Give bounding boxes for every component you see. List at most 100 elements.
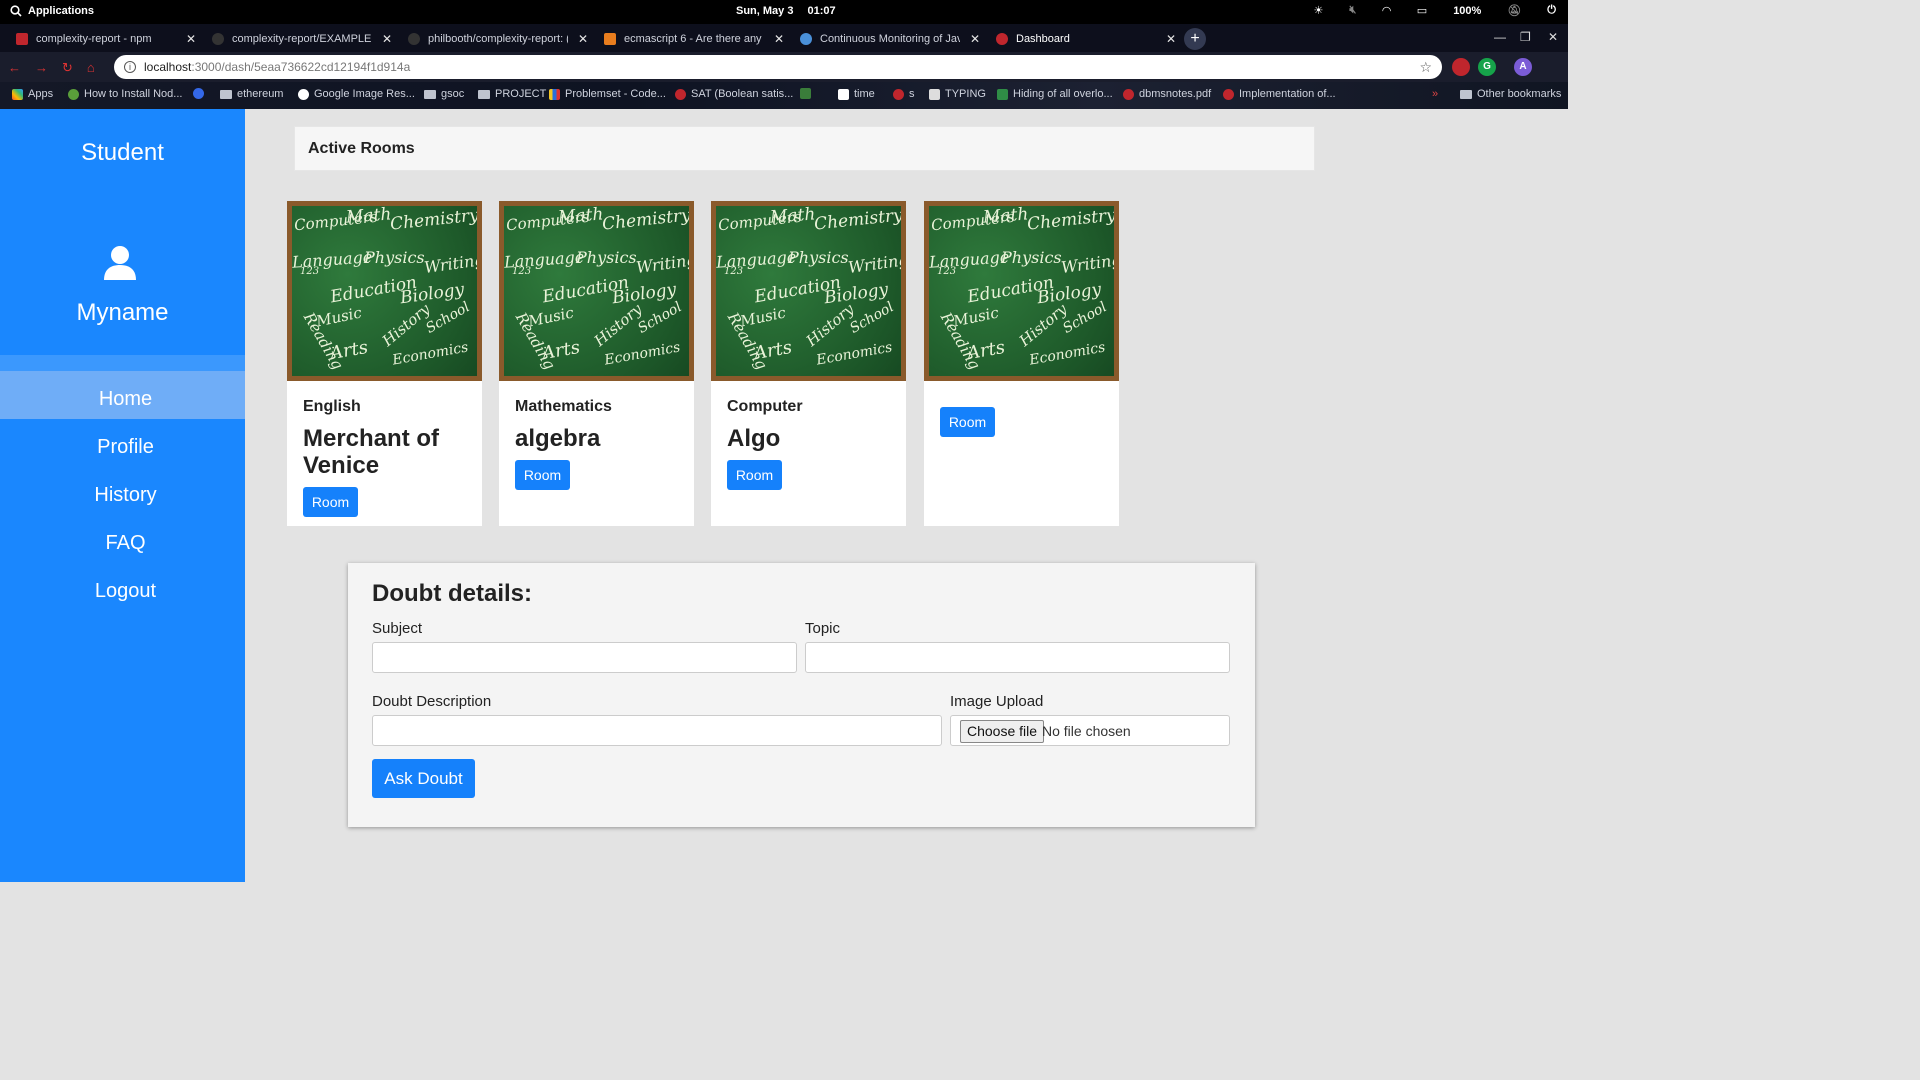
- close-icon[interactable]: ✕: [382, 32, 392, 46]
- tab-label: complexity-report - npm: [36, 33, 152, 45]
- chalk-word: School: [1060, 299, 1110, 337]
- minimize-icon[interactable]: —: [1494, 30, 1506, 44]
- sidebar-item-profile[interactable]: Profile: [0, 419, 245, 467]
- extension-red-icon[interactable]: [1452, 58, 1470, 76]
- active-rooms-header: Active Rooms: [294, 126, 1315, 171]
- tab-complexity-npm[interactable]: complexity-report - npm ✕: [8, 26, 204, 52]
- bookmark-apps[interactable]: Apps: [12, 88, 53, 100]
- brightness-icon[interactable]: ☀: [1314, 4, 1324, 17]
- bookmark-label: dbmsnotes.pdf: [1139, 88, 1212, 100]
- page-title: Active Rooms: [308, 140, 415, 157]
- image-upload-label: Image Upload: [950, 693, 1044, 710]
- back-icon[interactable]: ←: [8, 60, 21, 76]
- bookmark-label: SAT (Boolean satis...: [691, 88, 794, 100]
- sidebar-item-history[interactable]: History: [0, 467, 245, 515]
- tab-continuous-monitoring[interactable]: Continuous Monitoring of JavaS ✕: [792, 26, 988, 52]
- close-icon[interactable]: ✕: [578, 32, 588, 46]
- folder-icon: [1460, 89, 1472, 99]
- bookmark-label: s: [909, 88, 915, 100]
- bookmark-google-image[interactable]: Google Image Res...: [298, 88, 415, 100]
- sidebar-item-home[interactable]: Home: [0, 371, 245, 419]
- description-input[interactable]: [372, 715, 942, 746]
- subject-input[interactable]: [372, 642, 797, 673]
- chalk-word: Economics: [815, 339, 894, 369]
- room-button[interactable]: Room: [515, 460, 570, 490]
- chalk-word: School: [423, 299, 473, 337]
- tab-philbooth[interactable]: philbooth/complexity-report: ( ✕: [400, 26, 596, 52]
- ask-doubt-button[interactable]: Ask Doubt: [372, 759, 475, 798]
- bookmark-label: Hiding of all overlo...: [1013, 88, 1113, 100]
- username: Myname: [76, 299, 169, 326]
- bookmark-ethereum[interactable]: ethereum: [220, 88, 283, 100]
- clock[interactable]: Sun, May 3 01:07: [736, 5, 836, 17]
- bookmark-s[interactable]: s: [893, 88, 915, 100]
- chalkboard-image: Computers Math Chemistry Language Physics Wri…: [287, 201, 482, 381]
- bookmark-install-node[interactable]: How to Install Nod...: [68, 88, 182, 100]
- doubt-form: Doubt details: Subject Topic Doubt Descr…: [348, 563, 1255, 827]
- new-tab-button[interactable]: +: [1184, 28, 1206, 50]
- no-file-text: No file chosen: [1042, 723, 1131, 739]
- chalk-word: School: [847, 299, 897, 337]
- bookmark-blue[interactable]: [193, 88, 204, 99]
- battery-icon[interactable]: ▭: [1417, 4, 1427, 17]
- applications-menu[interactable]: Applications: [10, 5, 94, 17]
- bookmark-label: ethereum: [237, 88, 284, 100]
- close-icon[interactable]: ✕: [774, 32, 784, 46]
- bookmark-dbmsnotes[interactable]: dbmsnotes.pdf: [1123, 88, 1211, 100]
- chalk-word: Physics: [576, 248, 637, 267]
- room-card: Computers Math Chemistry Language Physics Wri…: [924, 201, 1119, 526]
- room-button[interactable]: Room: [940, 407, 995, 437]
- profile-avatar-icon[interactable]: A: [1514, 58, 1532, 76]
- close-window-icon[interactable]: ✕: [1548, 30, 1558, 44]
- more-bookmarks-chevron-icon[interactable]: »: [1432, 88, 1438, 100]
- room-button[interactable]: Room: [727, 460, 782, 490]
- bookmark-time[interactable]: time: [838, 88, 875, 100]
- close-icon[interactable]: ✕: [970, 32, 980, 46]
- forward-icon[interactable]: →: [35, 60, 48, 76]
- close-icon[interactable]: ✕: [1166, 32, 1176, 46]
- room-button[interactable]: Room: [303, 487, 358, 517]
- sidebar-item-faq[interactable]: FAQ: [0, 515, 245, 563]
- url-host: localhost: [144, 60, 192, 74]
- bookmark-hiding-overload[interactable]: Hiding of all overlo...: [997, 88, 1113, 100]
- topic-input[interactable]: [805, 642, 1230, 673]
- bookmark-implementation[interactable]: Implementation of...: [1223, 88, 1336, 100]
- room-topic: Algo: [727, 425, 781, 452]
- home-icon[interactable]: ⌂: [87, 60, 95, 76]
- volume-muted-icon[interactable]: 🔇︎: [1349, 4, 1356, 17]
- gfg-icon: [997, 88, 1008, 100]
- power-icon[interactable]: ⏻: [1547, 4, 1556, 17]
- tab-ecmascript[interactable]: ecmascript 6 - Are there any co ✕: [596, 26, 792, 52]
- maximize-icon[interactable]: ❐: [1520, 30, 1531, 44]
- bookmark-typing[interactable]: TYPING: [929, 88, 986, 100]
- chalk-word: School: [635, 299, 685, 337]
- close-icon[interactable]: ✕: [186, 32, 196, 46]
- bookmark-green[interactable]: [800, 88, 811, 99]
- sidebar-item-logout[interactable]: Logout: [0, 563, 245, 611]
- typing-icon: [929, 88, 940, 100]
- site-info-icon[interactable]: i: [124, 61, 136, 73]
- bookmark-other[interactable]: Other bookmarks: [1460, 88, 1561, 100]
- choose-file-button[interactable]: Choose file: [960, 720, 1045, 743]
- grammarly-icon[interactable]: G: [1478, 58, 1496, 76]
- bookmark-sat[interactable]: SAT (Boolean satis...: [675, 88, 793, 100]
- reload-icon[interactable]: ↻: [62, 60, 73, 76]
- address-bar[interactable]: i localhost:3000/dash/5eaa736622cd12194f…: [114, 55, 1442, 79]
- user-icon: [104, 246, 136, 280]
- bookmark-gsoc[interactable]: gsoc: [424, 88, 464, 100]
- bookmark-star-icon[interactable]: ☆: [1419, 59, 1432, 76]
- notifications-off-icon[interactable]: 🔕︎: [1507, 4, 1521, 17]
- time-icon: [838, 88, 849, 100]
- bookmark-project[interactable]: PROJECT: [478, 88, 546, 100]
- tab-complexity-example[interactable]: complexity-report/EXAMPLE.md ✕: [204, 26, 400, 52]
- red-icon: [1123, 88, 1134, 100]
- chalk-word: Economics: [603, 339, 682, 369]
- room-card: Computers Math Chemistry Language Physics Wri…: [287, 201, 482, 526]
- chalk-word: 123: [937, 266, 957, 277]
- wifi-icon[interactable]: ◠: [1382, 4, 1390, 17]
- chalkboard-image: Computers Math Chemistry Language Physics Wri…: [924, 201, 1119, 381]
- bookmark-problemset[interactable]: Problemset - Code...: [549, 88, 666, 100]
- tab-dashboard[interactable]: Dashboard ✕: [988, 26, 1184, 52]
- stackoverflow-favicon-icon: [604, 33, 616, 45]
- bookmark-label: TYPING: [945, 88, 986, 100]
